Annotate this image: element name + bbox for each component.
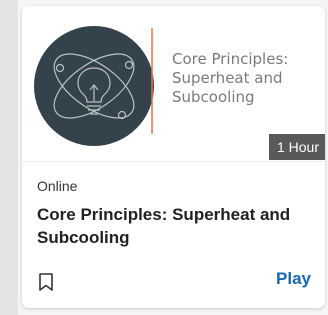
thumbnail-title: Core Principles: Superheat and Subcoolin… <box>172 50 289 106</box>
course-card[interactable]: Core Principles: Superheat and Subcoolin… <box>22 6 325 308</box>
left-edge-strip <box>0 0 18 315</box>
duration-badge: 1 Hour <box>268 134 325 160</box>
play-button[interactable]: Play <box>276 269 311 289</box>
bookmark-icon[interactable] <box>38 272 54 292</box>
course-thumbnail[interactable]: Core Principles: Superheat and Subcoolin… <box>22 6 325 162</box>
lightbulb-atom-icon <box>34 26 154 146</box>
course-title[interactable]: Core Principles: Superheat and Subcoolin… <box>37 203 307 249</box>
course-format-label: Online <box>37 178 78 194</box>
